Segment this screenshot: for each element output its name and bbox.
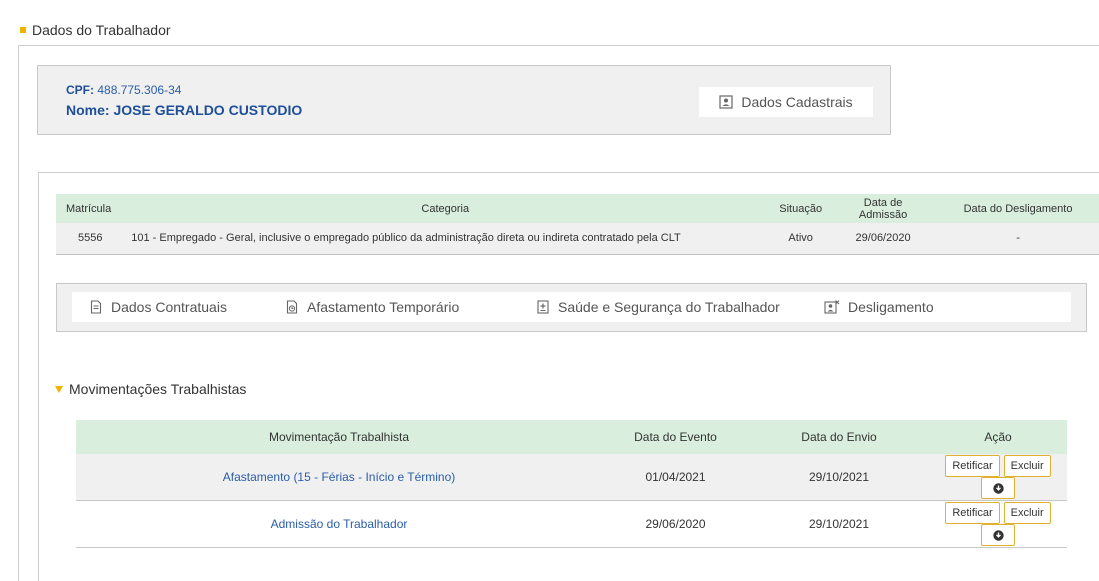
movimentacao-link[interactable]: Afastamento (15 - Férias - Início e Térm… — [223, 470, 456, 484]
tab-desligamento[interactable]: Desligamento — [824, 292, 934, 322]
movimentacoes-header-row: Movimentação Trabalhista Data do Evento … — [76, 420, 1067, 454]
movimentacoes-title-text: Movimentações Trabalhistas — [69, 381, 247, 397]
data-desligamento-value: - — [934, 223, 1099, 255]
tab-label: Dados Contratuais — [111, 299, 227, 315]
tabs-bar: Dados Contratuais Afastamento Temporário… — [72, 292, 1071, 322]
section-title: Dados do Trabalhador — [20, 22, 171, 38]
retificar-button[interactable]: Retificar — [945, 455, 1000, 477]
section-divider-top — [18, 45, 1099, 46]
collapse-triangle-icon — [55, 385, 63, 393]
section-divider-left — [18, 45, 19, 581]
cpf-line: CPF: 488.775.306-34 — [66, 83, 181, 97]
tab-label: Saúde e Segurança do Trabalhador — [558, 299, 780, 315]
section-bullet-icon — [20, 27, 26, 34]
data-envio-cell: 29/10/2021 — [749, 500, 929, 548]
matricula-table: Matrícula Categoria Situação Data de Adm… — [56, 194, 1099, 255]
cpf-label: CPF: — [66, 83, 94, 97]
categoria-value: 101 - Empregado - Geral, inclusive o emp… — [121, 223, 770, 255]
cpf-value: 488.775.306-34 — [97, 83, 182, 97]
col-data-envio: Data do Envio — [749, 420, 929, 454]
col-matricula: Matrícula — [56, 194, 122, 223]
data-evento-cell: 29/06/2020 — [602, 500, 749, 548]
retificar-button[interactable]: Retificar — [945, 502, 1000, 524]
tab-saude-seguranca[interactable]: Saúde e Segurança do Trabalhador — [536, 292, 780, 322]
data-evento-cell: 01/04/2021 — [602, 454, 749, 501]
dados-cadastrais-button[interactable]: Dados Cadastrais — [699, 87, 873, 117]
tab-dados-contratuais[interactable]: Dados Contratuais — [89, 292, 227, 322]
matricula-header-row: Matrícula Categoria Situação Data de Adm… — [56, 194, 1099, 223]
nome-value: JOSE GERALDO CUSTODIO — [113, 102, 303, 118]
col-data-evento: Data do Evento — [602, 420, 749, 454]
data-envio-cell: 29/10/2021 — [749, 454, 929, 501]
movimentacoes-title[interactable]: Movimentações Trabalhistas — [55, 381, 246, 397]
col-movimentacao: Movimentação Trabalhista — [76, 420, 602, 454]
col-data-desligamento: Data do Desligamento — [934, 194, 1099, 223]
tab-afastamento-temporario[interactable]: Afastamento Temporário — [285, 292, 459, 322]
dados-cadastrais-label: Dados Cadastrais — [741, 94, 853, 110]
col-situacao: Situação — [769, 194, 833, 223]
matricula-row: 5556 101 - Empregado - Geral, inclusive … — [56, 223, 1099, 255]
document-icon — [90, 300, 102, 314]
col-categoria: Categoria — [121, 194, 770, 223]
acao-cell: Retificar Excluir — [929, 454, 1067, 501]
medical-document-icon — [537, 300, 549, 314]
col-data-admissao: Data de Admissão — [832, 194, 935, 223]
download-button[interactable] — [981, 524, 1015, 546]
user-remove-icon — [824, 300, 840, 314]
acao-cell: Retificar Excluir — [929, 500, 1067, 548]
user-card-icon — [719, 95, 733, 109]
table-row: Admissão do Trabalhador 29/06/2020 29/10… — [76, 500, 1067, 548]
excluir-button[interactable]: Excluir — [1003, 502, 1051, 524]
download-button[interactable] — [981, 477, 1015, 499]
section-title-text: Dados do Trabalhador — [32, 22, 171, 38]
download-icon — [992, 529, 1004, 541]
document-clock-icon — [286, 300, 298, 314]
tabs-box: Dados Contratuais Afastamento Temporário… — [56, 283, 1087, 332]
tab-label: Desligamento — [848, 299, 934, 315]
nome-line: Nome: JOSE GERALDO CUSTODIO — [66, 102, 302, 118]
movimentacao-link[interactable]: Admissão do Trabalhador — [271, 517, 408, 531]
table-row: Afastamento (15 - Férias - Início e Térm… — [76, 454, 1067, 501]
col-acao: Ação — [929, 420, 1067, 454]
nome-label: Nome: — [66, 102, 110, 118]
data-admissao-value: 29/06/2020 — [832, 223, 935, 255]
matricula-value: 5556 — [56, 223, 122, 255]
download-icon — [992, 482, 1004, 494]
excluir-button[interactable]: Excluir — [1003, 455, 1051, 477]
movimentacoes-table: Movimentação Trabalhista Data do Evento … — [76, 420, 1067, 548]
tab-label: Afastamento Temporário — [307, 299, 460, 315]
situacao-value: Ativo — [769, 223, 833, 255]
worker-info-box: CPF: 488.775.306-34 Nome: JOSE GERALDO C… — [37, 65, 891, 135]
